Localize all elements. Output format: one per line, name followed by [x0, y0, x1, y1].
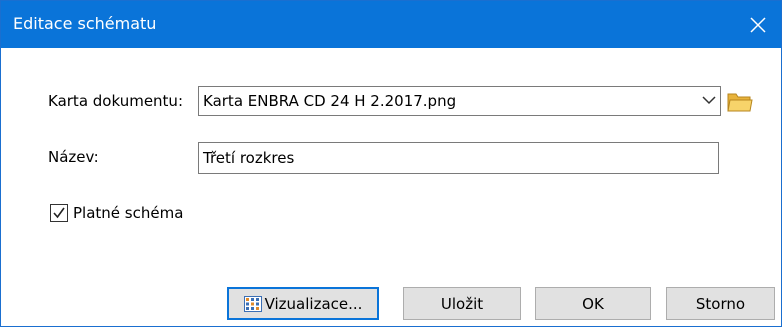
name-value: Třetí rozkres [203, 149, 295, 167]
cancel-button[interactable]: Storno [666, 287, 775, 320]
card-label: Karta dokumentu: [48, 92, 183, 110]
name-field[interactable]: Třetí rozkres [198, 142, 719, 174]
ok-button[interactable]: OK [535, 287, 651, 320]
save-button[interactable]: Uložit [403, 287, 521, 320]
valid-label[interactable]: Platné schéma [73, 204, 183, 222]
checkmark-icon [53, 207, 65, 219]
dialog-title: Editace schématu [13, 14, 157, 33]
close-button[interactable] [735, 1, 781, 48]
card-combobox[interactable]: Karta ENBRA CD 24 H 2.2017.png [198, 86, 721, 116]
dialog-window: Editace schématu Karta dokumentu: Karta … [0, 0, 782, 327]
cancel-label: Storno [695, 294, 746, 313]
folder-icon [727, 93, 753, 112]
close-icon [750, 16, 766, 33]
valid-checkbox[interactable] [50, 204, 68, 222]
title-bar[interactable]: Editace schématu [1, 1, 781, 48]
visualize-button[interactable]: Vizualizace... [227, 287, 379, 320]
save-label: Uložit [440, 294, 484, 313]
grid-icon [243, 295, 262, 312]
browse-button[interactable] [727, 90, 753, 114]
card-value: Karta ENBRA CD 24 H 2.2017.png [203, 92, 457, 110]
ok-label: OK [582, 294, 604, 313]
name-label: Název: [48, 148, 99, 166]
chevron-down-icon[interactable] [702, 95, 716, 105]
visualize-label: Vizualizace... [264, 294, 363, 313]
